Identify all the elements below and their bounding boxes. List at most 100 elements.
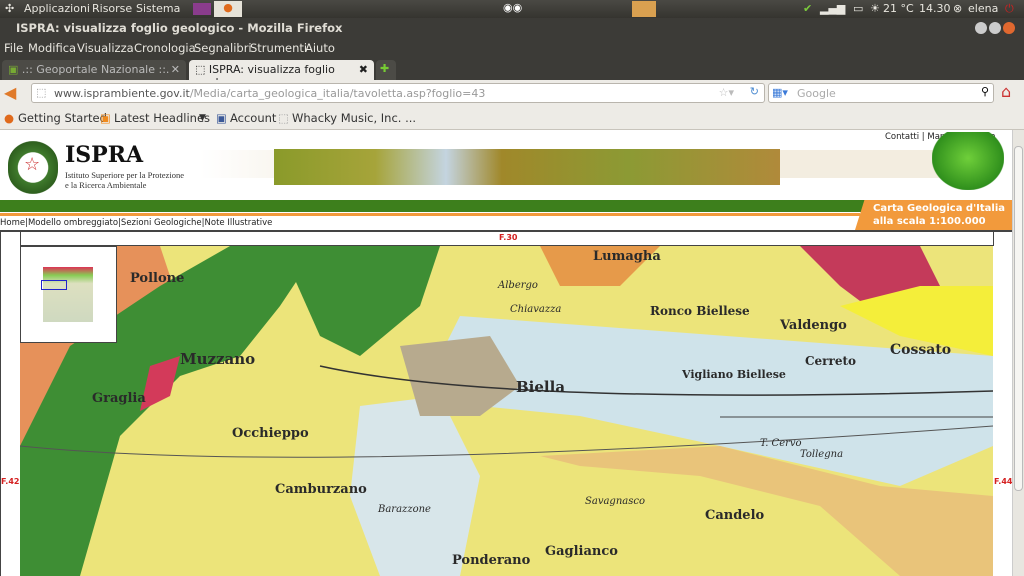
menubar: File Modifica Visualizza Cronologia Segn… [0,38,1024,58]
home-icon[interactable]: ⌂ [1001,82,1011,101]
leaf-logo [932,132,1004,190]
map-label: Camburzano [275,482,367,497]
tab-close-icon[interactable]: ✖ [359,63,368,76]
ispra-logo[interactable]: ISPRA [65,142,143,168]
ispra-subtitle: Istituto Superiore per la Protezione e la… [65,170,184,190]
map-label: Biella [516,378,566,396]
map-label: Gaglianco [545,544,618,559]
map-label: Pollone [130,271,185,286]
map-label: Ponderano [452,553,531,568]
user-icon: ⊗ [953,2,963,15]
navigation-toolbar: ◀ ⬚ www.isprambiente.gov.it/Media/carta_… [0,80,1024,106]
map-label: Albergo [498,280,538,291]
menu-risorse[interactable]: Risorse [92,2,132,15]
map-label: Graglia [92,391,146,406]
scrollbar-thumb[interactable] [1014,146,1023,491]
user-name[interactable]: elena [968,2,998,15]
reload-icon[interactable]: ↻ [750,85,759,98]
menu-cronologia[interactable]: Cronologia [134,41,196,55]
minimize-icon[interactable] [975,22,987,34]
fish-applet-icon[interactable] [632,1,656,17]
menu-strumenti[interactable]: Strumenti [250,41,307,55]
google-engine-icon[interactable]: ▦▾ [772,86,788,99]
url-bar[interactable]: ⬚ www.isprambiente.gov.it/Media/carta_ge… [31,83,765,103]
window-title: ISPRA: visualizza foglio geologico - Moz… [16,21,343,35]
map-label: Lumagha [593,249,661,264]
green-bar [0,200,872,212]
site-nav-links[interactable]: Home|Modello ombreggiato|Sezioni Geologi… [0,218,272,228]
dropdown-arrow-icon[interactable]: ▼ [199,113,206,123]
new-tab-button[interactable]: ✚ [376,60,396,80]
north-cell: F.30 [20,231,994,246]
map-image [20,246,993,576]
favicon-icon: ⬚ [195,63,206,76]
map-label: Valdengo [780,318,847,333]
menu-applicazioni[interactable]: Applicazioni [24,2,90,15]
menu-segnalibri[interactable]: Segnalibri [194,41,252,55]
header-map-banner [274,149,780,185]
map-label: T. Cervo [760,438,802,449]
tab-close-icon[interactable]: ✕ [171,63,180,76]
map-label: Ronco Biellese [650,304,750,318]
menu-sistema[interactable]: Sistema [136,2,180,15]
menu-aiuto[interactable]: Aiuto [305,41,335,55]
bookmark-star-icon[interactable]: ☆▾ [719,86,734,99]
site-identity-icon[interactable]: ⬚ [36,86,46,99]
republic-emblem-logo: ☆ [8,140,58,195]
top-panel: ✣ Applicazioni Risorse Sistema ● ◉◉ ✔ ▂▄… [0,0,1024,18]
bookmark-getting-started[interactable]: Getting Started [18,111,107,125]
map-label: Tollegna [800,449,844,460]
facebook-icon: ▣ [216,111,227,125]
sheet-east-link[interactable]: F.44 [994,477,1012,486]
tab-ispra[interactable]: ⬚ ISPRA: visualizza foglio geol... ✖ [189,60,374,89]
temperature[interactable]: 21 °C [883,2,914,15]
close-window-icon[interactable] [1003,22,1015,34]
weather-sun-icon[interactable]: ☀ [870,2,880,15]
maximize-icon[interactable] [989,22,1001,34]
firefox-launcher-icon[interactable]: ● [214,1,242,17]
web-page: ☆ ISPRA Istituto Superiore per la Protez… [0,130,1012,576]
favicon-icon: ▣ [8,63,19,76]
url-host: www.isprambiente.gov.it [54,87,190,100]
search-input[interactable]: ▦▾ Google ⚲ [768,83,994,103]
rss-icon: ▣ [100,111,111,125]
firefox-icon: ● [4,111,15,125]
launcher-icon[interactable] [193,3,211,15]
sheet-west-link[interactable]: F.42 [1,477,19,486]
bookmark-account[interactable]: Account [230,111,276,125]
bookmark-whacky-music[interactable]: Whacky Music, Inc. ... [292,111,416,125]
ubuntu-logo-icon[interactable]: ✣ [5,2,14,15]
menu-modifica[interactable]: Modifica [28,41,76,55]
battery-icon[interactable]: ▭ [853,2,863,15]
overview-thumbnail[interactable] [20,246,117,343]
map-label: Muzzano [180,350,256,368]
tab-label: .:: Geoportale Nazionale ::. [21,63,170,76]
menu-visualizza[interactable]: Visualizza [77,41,134,55]
overview-viewport-box[interactable] [41,280,67,290]
orange-line [0,213,860,216]
geological-map[interactable]: Pollone Muzzano Graglia Occhieppo Cambur… [20,246,993,576]
map-label: Cossato [890,342,952,358]
map-label: Occhieppo [232,426,309,441]
vertical-scrollbar[interactable] [1012,130,1024,576]
search-magnifier-icon[interactable]: ⚲ [981,85,989,98]
clock[interactable]: 14.30 [919,2,951,15]
eyes-applet-icon: ◉◉ [503,1,523,14]
carta-geologica-badge: Carta Geologica d'Italia alla scala 1:100… [855,200,1012,230]
menu-file[interactable]: File [4,41,23,55]
power-icon[interactable]: ⏻ [1005,2,1014,16]
url-path: /Media/carta_geologica_italia/tavoletta.… [189,87,486,100]
chat-status-icon[interactable]: ✔ [803,2,812,15]
network-icon[interactable]: ▂▄▆ [820,2,845,15]
sheet-north-link[interactable]: F.30 [499,233,517,242]
back-arrow-icon[interactable]: ◀ [4,83,16,102]
search-placeholder: Google [797,87,836,100]
map-label: Candelo [705,508,765,523]
tab-bar: ▣ .:: Geoportale Nazionale ::. ✕ ⬚ ISPRA… [0,58,1024,89]
map-label: Barazzone [378,504,431,515]
tab-geoportale[interactable]: ▣ .:: Geoportale Nazionale ::. ✕ [2,60,186,80]
bookmarks-toolbar: ● Getting Started ▣ Latest Headlines ▼ ▣… [0,106,1024,130]
bookmark-latest-headlines[interactable]: Latest Headlines [114,111,210,125]
map-label: Chiavazza [510,304,562,315]
map-label: Cerreto [805,354,857,368]
